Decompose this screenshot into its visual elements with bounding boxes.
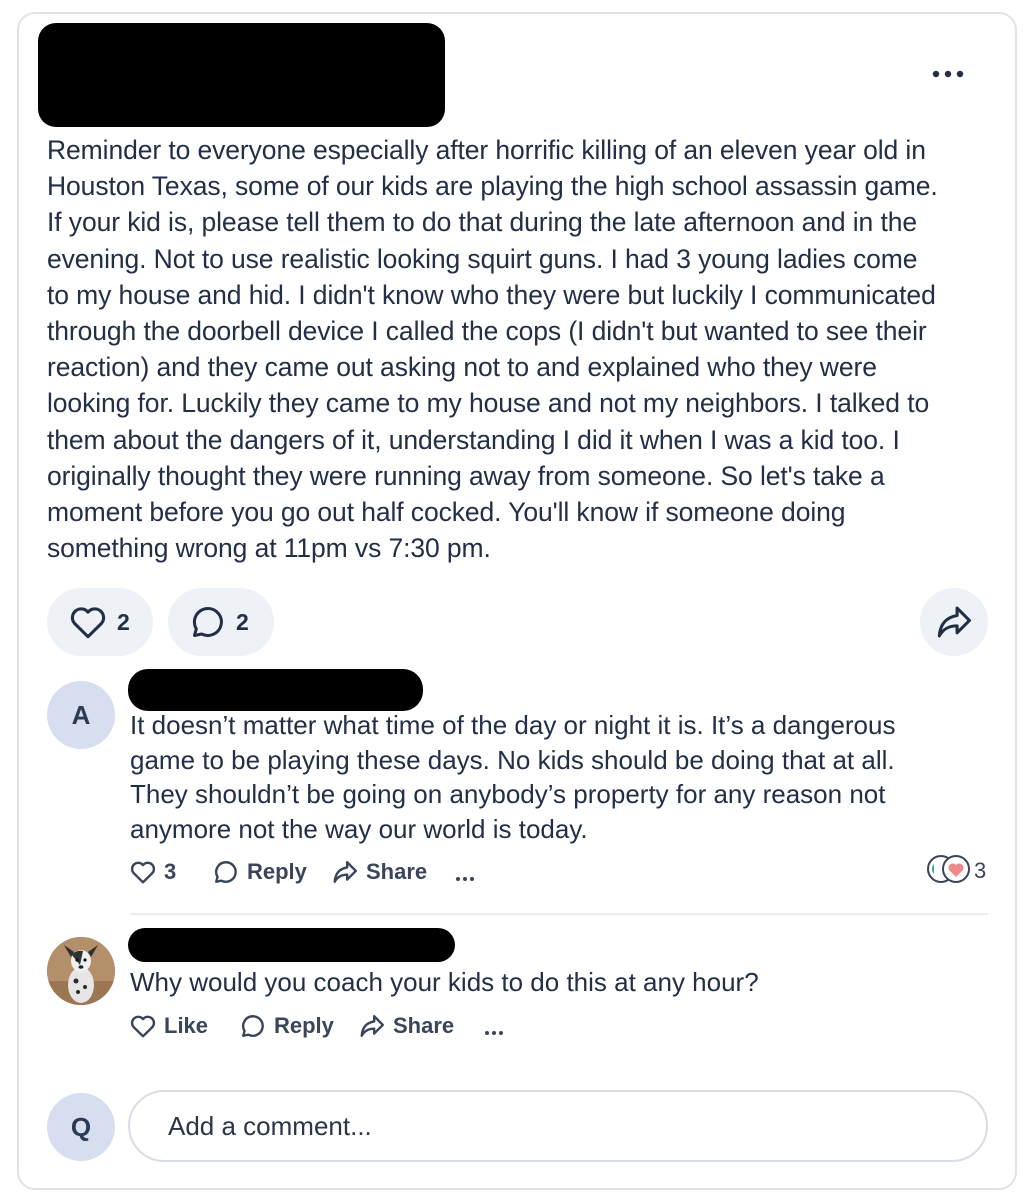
redacted-commenter-name <box>128 928 455 962</box>
comment-text: It doesn’t matter what time of the day o… <box>130 708 895 846</box>
post-comment-button[interactable]: 2 <box>168 588 274 656</box>
comment-divider <box>130 913 988 915</box>
comment-text: Why would you coach your kids to do this… <box>130 965 759 1000</box>
dog-photo-avatar <box>47 937 115 1005</box>
comment-icon <box>241 1015 264 1037</box>
post-line: looking for. Luckily they came to my hou… <box>47 388 930 419</box>
post-like-count: 2 <box>117 608 130 635</box>
more-options-button[interactable] <box>924 56 972 92</box>
post-line: moment before you go out half cocked. Yo… <box>47 497 846 528</box>
post-line: originally thought they were running awa… <box>47 460 885 491</box>
like-label: Like <box>164 1013 209 1038</box>
share-label: Share <box>366 859 428 884</box>
comment-line: It doesn’t matter what time of the day o… <box>130 710 896 740</box>
post-share-button[interactable] <box>920 588 988 656</box>
comment-input[interactable]: Add a comment... <box>128 1090 988 1162</box>
heart-icon <box>130 861 156 884</box>
comment-like-count: 3 <box>164 859 177 884</box>
post-line: evening. Not to use realistic looking sq… <box>47 243 918 274</box>
share-arrow-icon <box>360 1015 385 1037</box>
reaction-count: 3 <box>974 858 987 883</box>
share-label: Share <box>393 1013 455 1038</box>
comment-line: They shouldn’t be going on anybody’s pro… <box>130 779 886 809</box>
comment-reply-button[interactable]: Reply <box>213 859 307 885</box>
comment-input-placeholder: Add a comment... <box>168 1110 372 1141</box>
avatar[interactable] <box>47 937 115 1005</box>
more-icon <box>485 1031 503 1035</box>
share-arrow-icon <box>333 861 358 883</box>
comment-line: Why would you coach your kids to do this… <box>130 967 759 997</box>
heart-icon <box>70 607 106 639</box>
comment-share-button[interactable]: Share <box>359 1013 454 1039</box>
post-like-button[interactable]: 2 <box>47 588 153 656</box>
reaction-summary[interactable] <box>926 854 974 884</box>
heart-icon <box>130 1015 156 1038</box>
reply-label: Reply <box>274 1013 334 1038</box>
post-line: them about the dangers of it, understand… <box>47 424 900 455</box>
comment-share-button[interactable]: Share <box>332 859 427 885</box>
comment-like-button[interactable]: Like <box>130 1013 208 1039</box>
more-icon <box>456 877 474 881</box>
post-line: If your kid is, please tell them to do t… <box>47 207 917 238</box>
avatar[interactable]: A <box>47 681 115 749</box>
comment-reply-button[interactable]: Reply <box>240 1013 334 1039</box>
comment-like-button[interactable]: 3 <box>130 859 176 885</box>
comment-icon <box>214 861 237 883</box>
redacted-author-name <box>38 23 445 127</box>
post-line: Houston Texas, some of our kids are play… <box>47 171 938 202</box>
avatar[interactable]: Q <box>47 1093 115 1161</box>
comment-icon <box>192 606 223 637</box>
post-comment-count: 2 <box>236 608 249 635</box>
comment-more-button[interactable] <box>484 1023 504 1041</box>
post-line: reaction) and they came out asking not t… <box>47 352 877 383</box>
post-line: Reminder to everyone especially after ho… <box>47 135 926 165</box>
post-line: to my house and hid. I didn't know who t… <box>47 279 936 310</box>
more-icon <box>932 70 964 78</box>
post-line: through the doorbell device I called the… <box>47 316 927 347</box>
comment-line: game to be playing these days. No kids s… <box>130 744 895 775</box>
comment-line: anymore not the way our world is today. <box>130 813 588 844</box>
post-body: Reminder to everyone especially after ho… <box>47 132 997 566</box>
reply-label: Reply <box>247 859 307 884</box>
post-line: something wrong at 11pm vs 7:30 pm. <box>47 533 491 564</box>
share-arrow-icon <box>937 606 971 638</box>
redacted-commenter-name <box>128 669 423 711</box>
reaction-heart-icon <box>927 855 970 883</box>
comment-more-button[interactable] <box>455 869 475 887</box>
